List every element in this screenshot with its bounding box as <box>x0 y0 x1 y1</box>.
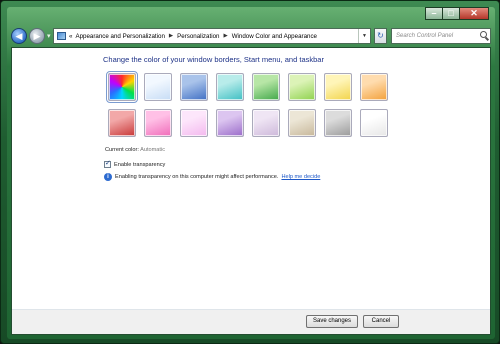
transparency-label[interactable]: Enable transparency <box>114 162 165 168</box>
forward-arrow-icon: ▶ <box>33 31 41 41</box>
close-button[interactable]: ✕ <box>459 7 489 20</box>
page-title: Change the color of your window borders,… <box>103 55 324 64</box>
breadcrumb-item-personalization[interactable]: Personalization <box>177 33 219 40</box>
color-swatch-lime[interactable] <box>288 73 316 101</box>
navigation-bar: ◀ ▶ ▾ « Appearance and Personalization ▶… <box>11 25 491 47</box>
performance-note-text: Enabling transparency on this computer m… <box>115 174 279 180</box>
performance-note: i Enabling transparency on this computer… <box>104 173 320 181</box>
save-changes-button[interactable]: Save changes <box>306 315 358 328</box>
color-swatch-sea[interactable] <box>216 73 244 101</box>
breadcrumb-separator-icon[interactable]: ▶ <box>223 33 227 39</box>
window-frame: – □ ✕ ◀ ▶ ▾ « Appearance and Personaliza… <box>0 0 500 344</box>
close-icon: ✕ <box>470 8 478 18</box>
cancel-button[interactable]: Cancel <box>363 315 399 328</box>
forward-button[interactable]: ▶ <box>29 28 45 44</box>
color-swatch-lavender[interactable] <box>252 109 280 137</box>
color-swatch-sun[interactable] <box>324 73 352 101</box>
color-swatch-taupe[interactable] <box>288 109 316 137</box>
color-swatch-sky[interactable] <box>144 73 172 101</box>
refresh-button[interactable]: ↻ <box>374 28 387 44</box>
current-color: Current color: Automatic <box>105 147 165 153</box>
content-pane: Change the color of your window borders,… <box>11 47 491 335</box>
current-color-label: Current color: <box>105 147 139 153</box>
color-swatch-automatic[interactable] <box>106 71 138 103</box>
color-swatch-pumpkin[interactable] <box>360 73 388 101</box>
color-swatch-ruby[interactable] <box>108 109 136 137</box>
color-swatch-chocolate[interactable] <box>324 109 352 137</box>
color-swatch-fuchsia[interactable] <box>144 109 172 137</box>
refresh-icon: ↻ <box>377 31 384 40</box>
control-panel-icon <box>57 32 66 40</box>
minimize-button[interactable]: – <box>425 7 443 20</box>
color-swatch-blush[interactable] <box>180 109 208 137</box>
recent-pages-button[interactable]: ▾ <box>47 32 51 40</box>
info-icon: i <box>104 173 112 181</box>
transparency-option[interactable]: Enable transparency <box>104 159 165 168</box>
current-color-value: Automatic <box>140 147 166 153</box>
back-arrow-icon: ◀ <box>15 31 23 41</box>
breadcrumb-root[interactable]: « <box>69 33 72 40</box>
breadcrumb-item-window-color[interactable]: Window Color and Appearance <box>232 33 317 40</box>
color-swatch-violet[interactable] <box>216 109 244 137</box>
address-bar[interactable]: « Appearance and Personalization ▶ Perso… <box>53 28 371 44</box>
breadcrumb-item-appearance[interactable]: Appearance and Personalization <box>75 33 164 40</box>
search-icon[interactable] <box>480 31 487 38</box>
transparency-checkbox[interactable] <box>104 159 111 168</box>
maximize-icon: □ <box>448 8 454 18</box>
minimize-icon: – <box>431 8 437 18</box>
breadcrumb-separator-icon[interactable]: ▶ <box>169 33 173 39</box>
dialog-footer: Save changes Cancel <box>12 309 490 334</box>
address-dropdown-icon[interactable]: ▼ <box>358 29 370 43</box>
color-swatch-frost[interactable] <box>360 109 388 137</box>
back-button[interactable]: ◀ <box>11 28 27 44</box>
help-me-decide-link[interactable]: Help me decide <box>281 174 320 180</box>
search-placeholder: Search Control Panel <box>396 33 454 39</box>
maximize-button[interactable]: □ <box>442 7 460 20</box>
search-input[interactable]: Search Control Panel <box>391 28 491 44</box>
color-swatch-leaf[interactable] <box>252 73 280 101</box>
color-swatch-twilight[interactable] <box>180 73 208 101</box>
caption-buttons: – □ ✕ <box>425 7 489 20</box>
